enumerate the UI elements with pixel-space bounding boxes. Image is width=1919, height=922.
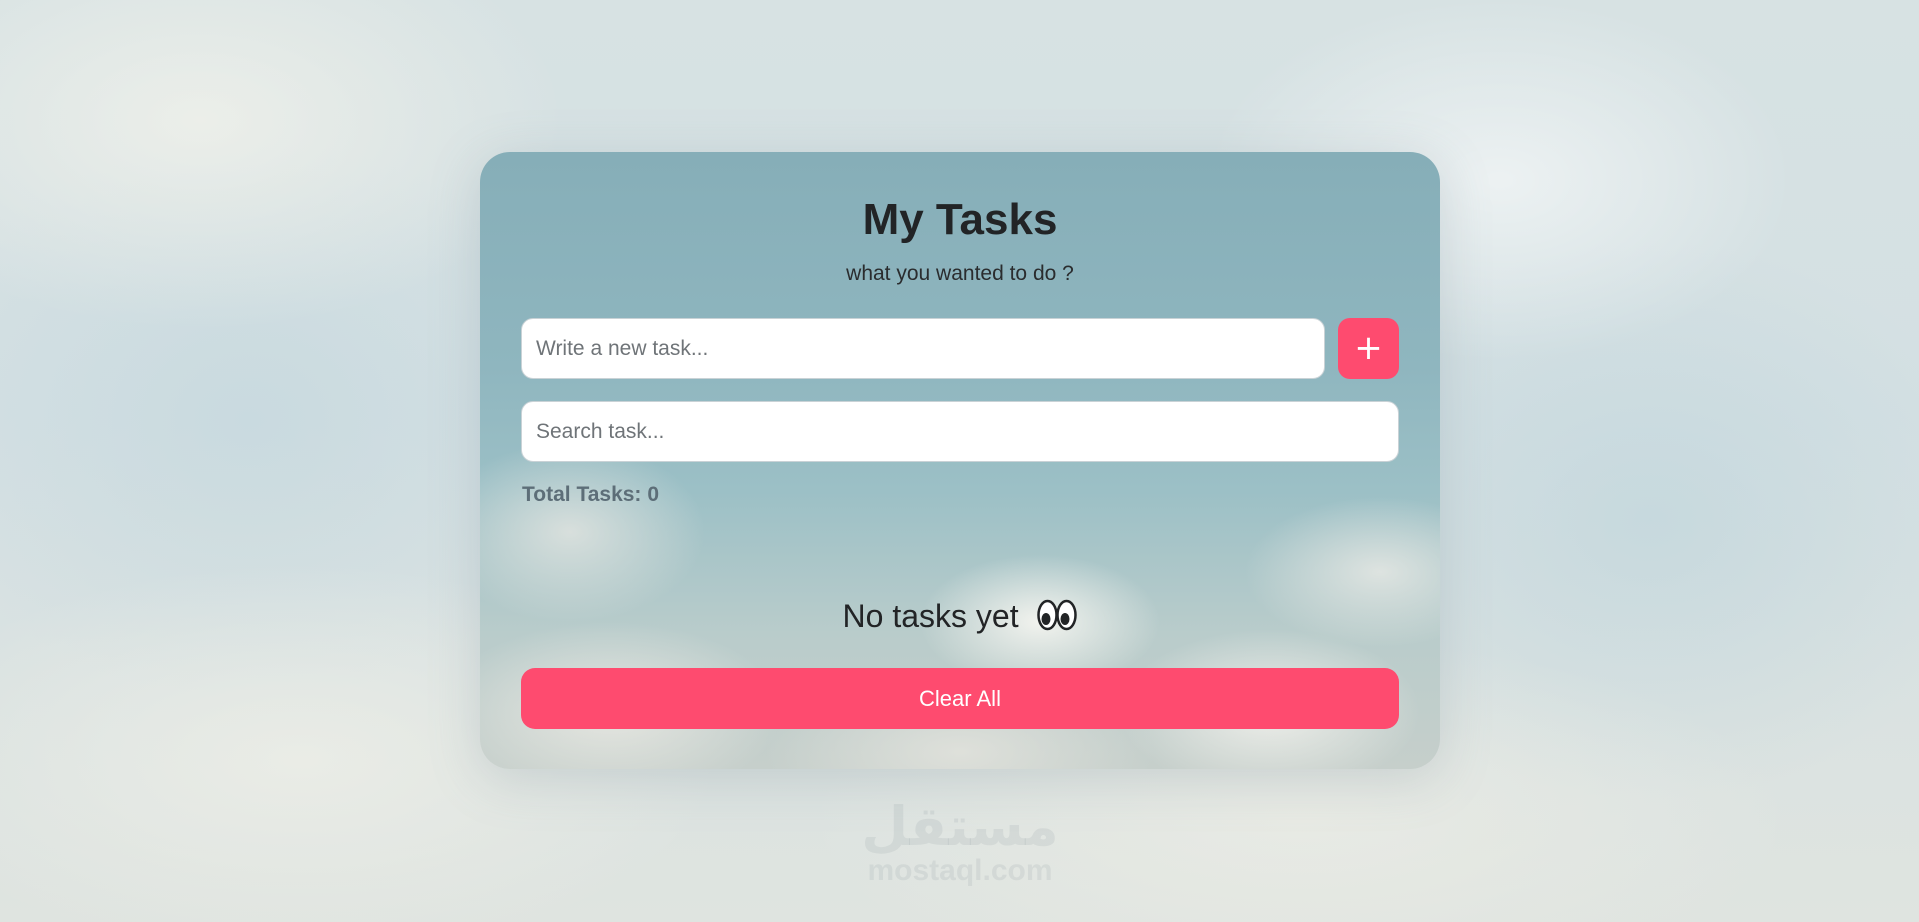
empty-state: No tasks yet: [480, 596, 1440, 636]
clear-all-button[interactable]: Clear All: [521, 668, 1399, 729]
page-subtitle: what you wanted to do ?: [846, 262, 1074, 285]
search-input[interactable]: [521, 401, 1399, 462]
empty-state-message: No tasks yet: [842, 598, 1019, 634]
eyes-icon: [1037, 599, 1078, 631]
plus-icon: +: [1354, 328, 1383, 368]
total-tasks-label: Total Tasks:: [522, 483, 642, 506]
watermark-arabic: مستقل: [861, 797, 1059, 857]
page-title: My Tasks: [862, 195, 1058, 244]
total-tasks-count: 0: [647, 483, 660, 506]
total-tasks: Total Tasks: 0: [522, 481, 659, 509]
add-task-button[interactable]: +: [1338, 318, 1399, 379]
todo-card: My Tasks what you wanted to do ? + Total…: [480, 152, 1440, 769]
watermark: مستقل mostaql.com: [840, 800, 1080, 888]
watermark-latin: mostaql.com: [867, 854, 1053, 887]
new-task-input[interactable]: [521, 318, 1325, 379]
